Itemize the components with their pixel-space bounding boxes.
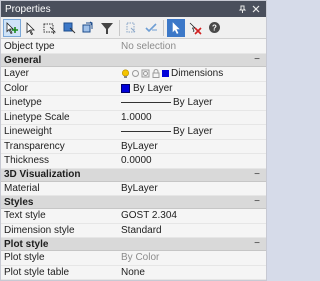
close-icon[interactable] [250,3,262,15]
property-value[interactable]: Standard [119,225,266,236]
section-plot-style[interactable]: Plot style − [1,238,266,251]
section-title: Styles [4,196,34,208]
toolbar: ? [1,17,266,39]
property-label: Layer [4,68,30,80]
lock-icon [152,69,160,79]
linetype-preview [121,102,171,104]
cursor-select-icon[interactable] [167,18,185,37]
layer-name: Dimensions [171,68,224,80]
color-text: By Layer [133,82,173,94]
property-label: Linetype [4,97,42,109]
properties-panel: Properties ? Object type No selection Ge… [0,0,267,281]
property-label: Plot style [4,252,45,264]
row-layer: Layer Dimensions [1,67,266,82]
row-linetype-scale: Linetype Scale 1.0000 [1,111,266,125]
property-value[interactable]: 0.0000 [119,155,266,166]
color-value[interactable]: By Layer [119,83,266,94]
help-icon[interactable]: ? [205,19,223,37]
property-value[interactable]: ByLayer [119,141,266,152]
section-general[interactable]: General − [1,54,266,67]
property-label: Dimension style [4,224,75,236]
row-object-type: Object type No selection [1,39,266,54]
layer-color-swatch [162,70,169,78]
lineweight-preview [121,131,171,133]
check-icon[interactable] [142,19,160,37]
row-linetype: Linetype By Layer [1,96,266,111]
refresh-selection-icon[interactable] [79,19,97,37]
row-material: Material ByLayer [1,182,266,196]
row-transparency: Transparency ByLayer [1,140,266,154]
property-label: Object type [4,40,55,52]
toolbar-separator [119,19,120,36]
collapse-icon[interactable]: − [254,238,260,249]
svg-text:?: ? [212,24,217,33]
select-objects-icon[interactable] [22,19,40,37]
section-3d-visualization[interactable]: 3D Visualization − [1,168,266,182]
toggle-pickadd-icon[interactable] [60,19,78,37]
property-label: Text style [4,210,46,222]
section-title: Plot style [4,238,49,250]
property-value[interactable]: By Color [119,252,266,263]
row-plot-style: Plot style By Color [1,251,266,266]
title-bar: Properties [1,1,266,17]
filter-icon[interactable] [98,19,116,37]
property-label: Transparency [4,140,65,152]
layer-value[interactable]: Dimensions [119,68,266,79]
layer-state-icons [121,69,169,79]
lightbulb-icon [121,69,130,78]
collapse-icon[interactable]: − [254,169,260,180]
linetype-value[interactable]: By Layer [119,97,266,108]
section-styles[interactable]: Styles − [1,196,266,209]
color-swatch [121,83,130,93]
property-label: Material [4,182,40,194]
clear-selection-icon[interactable] [186,19,204,37]
section-title: 3D Visualization [4,169,81,180]
toolbar-separator [163,19,164,36]
property-label: Color [4,82,28,94]
property-value[interactable]: 1.0000 [119,112,266,123]
property-label: Plot style table [4,266,70,278]
row-dimension-style: Dimension style Standard [1,224,266,238]
viewport-freeze-icon [141,69,150,78]
row-color: Color By Layer [1,82,266,96]
property-value[interactable]: GOST 2.304 [119,210,266,221]
copy-properties-icon[interactable] [123,19,141,37]
lineweight-value[interactable]: By Layer [119,126,266,137]
property-label: Thickness [4,155,50,167]
row-text-style: Text style GOST 2.304 [1,209,266,224]
property-value[interactable]: ByLayer [119,183,266,194]
linetype-text: By Layer [173,97,213,109]
section-title: General [4,54,42,66]
window-title: Properties [5,3,51,15]
row-thickness: Thickness 0.0000 [1,154,266,169]
property-value[interactable]: None [119,267,266,278]
sun-icon [132,70,139,78]
collapse-icon[interactable]: − [254,54,260,65]
quick-select-icon[interactable] [41,19,59,37]
property-grid: Object type No selection General − Layer… [1,39,266,280]
property-value[interactable]: No selection [119,41,266,52]
add-selection-icon[interactable] [3,18,21,37]
property-label: Linetype Scale [4,111,70,123]
lineweight-text: By Layer [173,126,213,138]
row-plot-style-table: Plot style table None [1,266,266,280]
property-label: Lineweight [4,126,52,138]
collapse-icon[interactable]: − [254,196,260,207]
pin-icon[interactable] [236,3,248,15]
row-lineweight: Lineweight By Layer [1,125,266,140]
